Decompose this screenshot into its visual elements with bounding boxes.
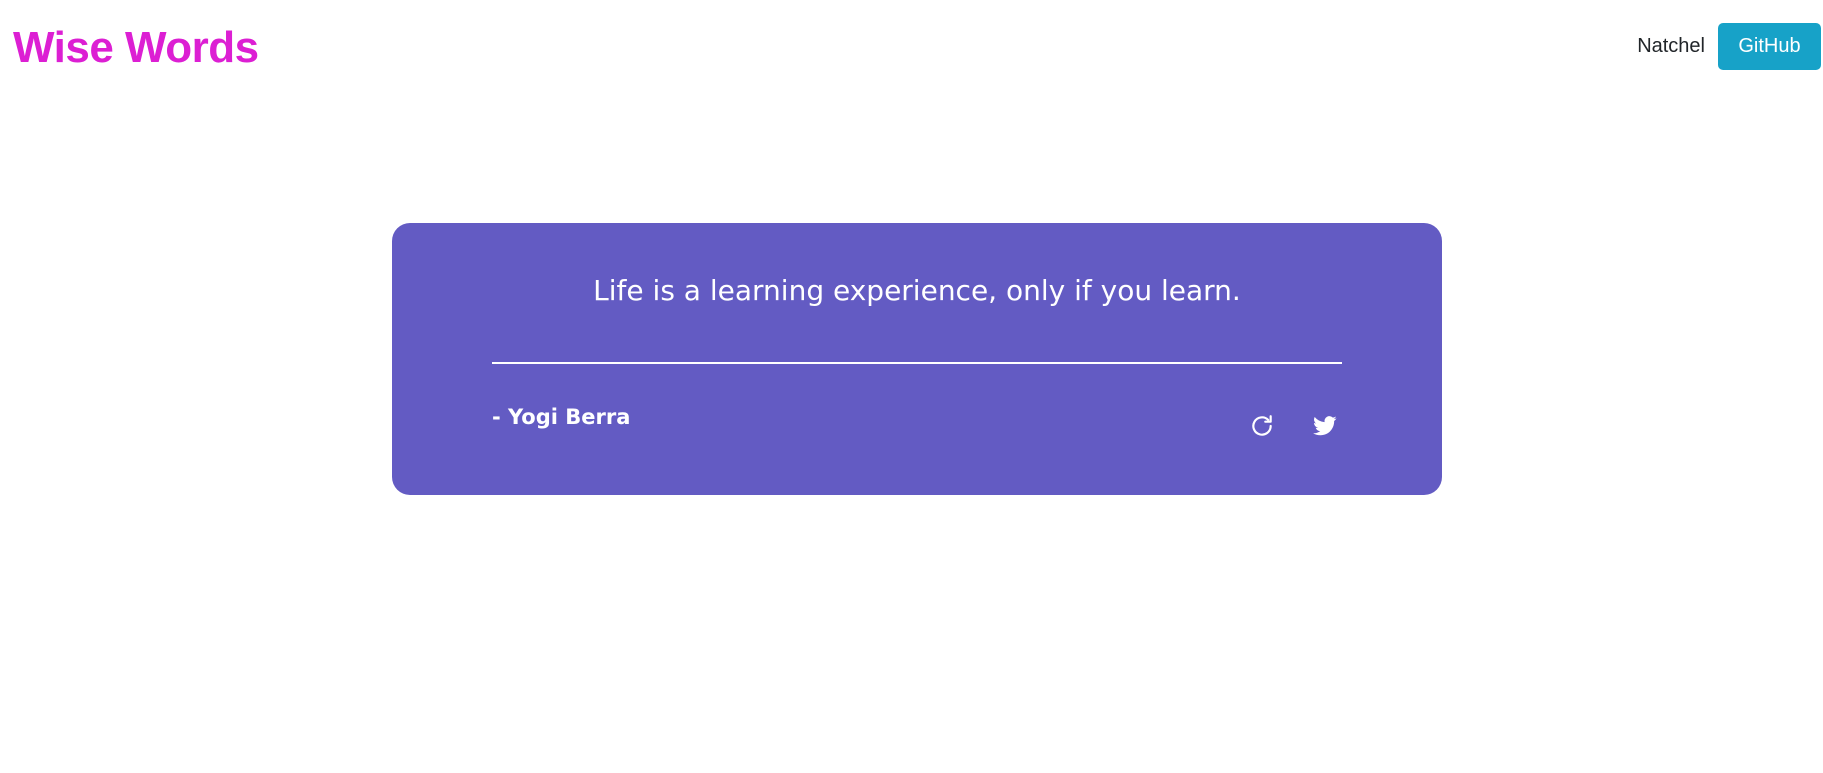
quote-divider <box>492 362 1342 364</box>
github-button[interactable]: GitHub <box>1718 23 1821 70</box>
refresh-icon <box>1252 415 1272 436</box>
author-link[interactable]: Natchel <box>1637 35 1705 58</box>
quote-text: Life is a learning experience, only if y… <box>593 274 1241 307</box>
top-nav: Natchel GitHub <box>1637 23 1821 70</box>
quote-card: Life is a learning experience, only if y… <box>392 223 1442 495</box>
brand-title[interactable]: Wise Words <box>13 20 259 76</box>
new-quote-button[interactable] <box>1245 409 1279 443</box>
quote-author: - Yogi Berra <box>492 405 631 429</box>
tweet-button[interactable] <box>1308 409 1342 443</box>
quote-actions <box>1245 409 1342 443</box>
twitter-icon <box>1313 416 1337 436</box>
